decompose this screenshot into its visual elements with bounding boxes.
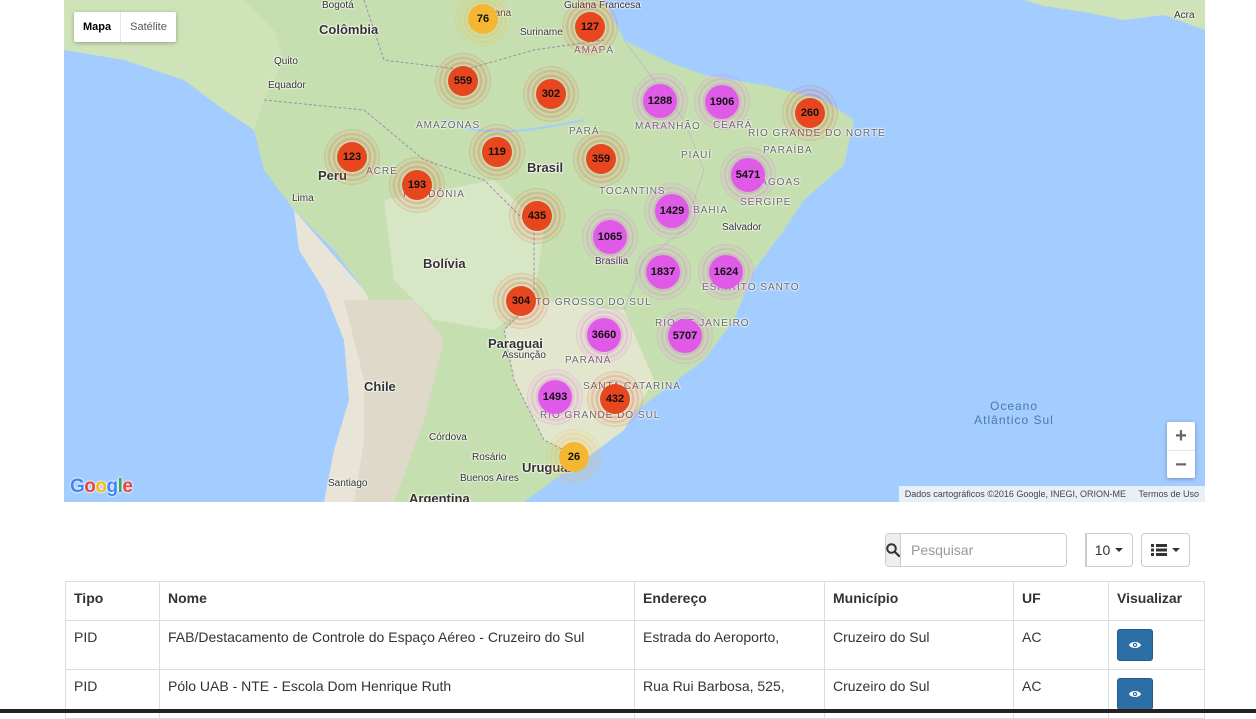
cluster-count: 432 <box>600 384 630 414</box>
cluster-count: 5707 <box>668 319 702 353</box>
marker-cluster[interactable]: 559 <box>435 53 491 109</box>
bottom-edge <box>0 709 1256 713</box>
cell-nome: FAB/Destacamento de Controle do Espaço A… <box>159 620 635 670</box>
marker-cluster[interactable]: 1837 <box>635 244 691 300</box>
cluster-count: 76 <box>468 4 498 34</box>
marker-cluster[interactable]: 432 <box>587 371 643 427</box>
cluster-count: 359 <box>586 144 616 174</box>
marker-cluster[interactable]: 1288 <box>632 73 688 129</box>
header-municipio[interactable]: Município <box>824 581 1014 621</box>
map-credits: Dados cartográficos ©2016 Google, INEGI,… <box>898 486 1205 502</box>
cell-uf: AC <box>1013 620 1109 670</box>
marker-cluster[interactable]: 119 <box>469 124 525 180</box>
cluster-count: 304 <box>506 286 536 316</box>
spacer-3 <box>1085 533 1087 567</box>
cell-tipo: PID <box>65 620 160 670</box>
chevron-down-icon <box>1115 548 1124 552</box>
marker-cluster[interactable]: 435 <box>509 188 565 244</box>
cluster-count: 119 <box>482 137 512 167</box>
cluster-count: 193 <box>402 170 432 200</box>
view-button[interactable] <box>1117 629 1153 661</box>
cluster-count: 1493 <box>538 380 572 414</box>
map-type-control: Mapa Satélite <box>74 12 176 42</box>
zoom-control: + − <box>1167 422 1195 478</box>
view-button[interactable] <box>1117 678 1153 710</box>
header-uf[interactable]: UF <box>1013 581 1109 621</box>
marker-cluster[interactable]: 123 <box>324 129 380 185</box>
cluster-count: 1906 <box>705 85 739 119</box>
columns-dropdown[interactable] <box>1141 533 1190 567</box>
terms-link[interactable]: Termos de Uso <box>1138 489 1199 499</box>
cluster-count: 302 <box>536 79 566 109</box>
marker-cluster[interactable]: 76 <box>455 0 511 47</box>
cluster-count: 1429 <box>655 194 689 228</box>
marker-cluster[interactable]: 1429 <box>644 183 700 239</box>
map-type-map-button[interactable]: Mapa <box>74 12 120 42</box>
page-size-dropdown[interactable]: 10 <box>1085 533 1133 567</box>
eye-icon <box>1129 642 1141 648</box>
cluster-count: 435 <box>522 201 552 231</box>
marker-cluster[interactable]: 260 <box>782 85 838 141</box>
cell-visualizar <box>1108 620 1205 670</box>
marker-cluster[interactable]: 26 <box>546 429 602 485</box>
page-size-value: 10 <box>1094 542 1111 558</box>
marker-cluster[interactable]: 127 <box>562 0 618 55</box>
marker-cluster[interactable]: 359 <box>573 131 629 187</box>
marker-cluster[interactable]: 193 <box>389 157 445 213</box>
marker-cluster[interactable]: 304 <box>493 273 549 329</box>
search-icon <box>886 534 901 566</box>
cluster-count: 127 <box>575 12 605 42</box>
cluster-count: 3660 <box>587 318 621 352</box>
cluster-count: 1288 <box>643 84 677 118</box>
marker-cluster[interactable]: 5471 <box>720 147 776 203</box>
cluster-count: 260 <box>795 98 825 128</box>
cell-endereco: Estrada do Aeroporto, <box>634 620 825 670</box>
map-data-credit: Dados cartográficos ©2016 Google, INEGI,… <box>904 489 1126 499</box>
header-visualizar: Visualizar <box>1108 581 1205 621</box>
header-tipo[interactable]: Tipo <box>65 581 160 621</box>
cluster-count: 1624 <box>709 255 743 289</box>
marker-cluster[interactable]: 5707 <box>657 308 713 364</box>
google-logo[interactable]: Google <box>70 476 133 498</box>
marker-cluster[interactable]: 3660 <box>576 307 632 363</box>
cluster-count: 1837 <box>646 255 680 289</box>
zoom-in-button[interactable]: + <box>1167 422 1195 450</box>
header-nome[interactable]: Nome <box>159 581 635 621</box>
cluster-count: 1065 <box>593 220 627 254</box>
map-type-satellite-button[interactable]: Satélite <box>120 12 176 42</box>
cluster-count: 26 <box>559 442 589 472</box>
map[interactable]: BogotáColômbiaQuitoEquadorGuianaSuriname… <box>64 0 1205 502</box>
marker-cluster[interactable]: 1624 <box>698 244 754 300</box>
marker-cluster[interactable]: 302 <box>523 66 579 122</box>
table-row: PID FAB/Destacamento de Controle do Espa… <box>65 620 1205 670</box>
search-group <box>885 533 1067 567</box>
marker-cluster[interactable]: 1065 <box>582 209 638 265</box>
eye-icon <box>1129 691 1141 697</box>
list-icon <box>1151 544 1167 556</box>
cluster-count: 559 <box>448 66 478 96</box>
chevron-down-icon <box>1172 548 1180 552</box>
cell-municipio: Cruzeiro do Sul <box>824 620 1014 670</box>
search-input[interactable] <box>901 534 1066 566</box>
marker-cluster[interactable]: 1493 <box>527 369 583 425</box>
header-endereco[interactable]: Endereço <box>634 581 825 621</box>
cluster-count: 123 <box>337 142 367 172</box>
marker-cluster[interactable]: 1906 <box>694 74 750 130</box>
cluster-count: 5471 <box>731 158 765 192</box>
zoom-out-button[interactable]: − <box>1167 450 1195 479</box>
table-header-row: Tipo Nome Endereço Município UF Visualiz… <box>65 581 1205 621</box>
results-table: Tipo Nome Endereço Município UF Visualiz… <box>65 581 1205 719</box>
